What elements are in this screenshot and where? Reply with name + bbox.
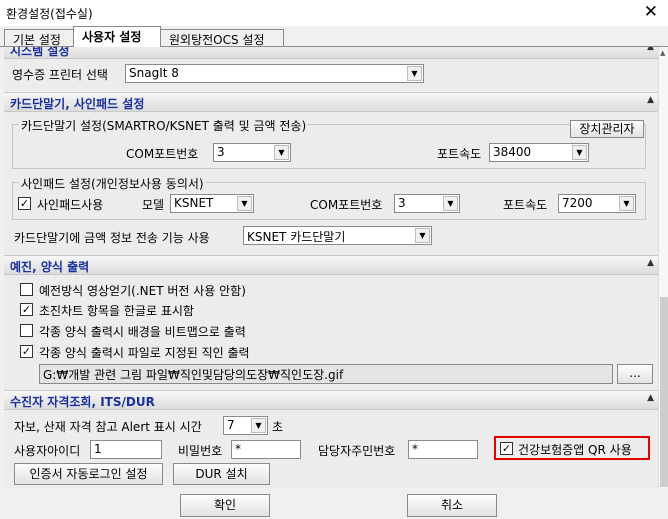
tab-user-settings[interactable]: 사용자 설정: [73, 26, 161, 47]
option-label: 각종 양식 출력시 파일로 지정된 직인 출력: [39, 346, 250, 360]
chevron-down-icon[interactable]: ▼: [572, 145, 587, 160]
com-port-label: COM포트번호: [126, 147, 199, 161]
signpad-model-select[interactable]: KSNET ▼: [170, 194, 254, 213]
section-body-card: 카드단말기 설정(SMARTRO/KSNET 출력 및 금액 전송) 장치관리자…: [4, 112, 658, 255]
user-id-input[interactable]: 1: [90, 440, 162, 459]
section-title: 시스템 설정: [10, 47, 70, 58]
signpad-baud-select[interactable]: 7200 ▼: [558, 194, 636, 213]
seal-path-value: G:₩개발 관련 그림 파일₩직인및담당의도장₩직인도장.gif: [43, 368, 344, 382]
collapse-icon[interactable]: ▲: [647, 95, 654, 105]
qr-label: 건강보험증앱 QR 사용: [518, 443, 632, 457]
settings-panel[interactable]: 시스템 설정 ▲ 영수증 프린터 선택 SnagIt 8 ▼ 카드단말기, 사인…: [4, 47, 658, 488]
section-header-qualification[interactable]: 수진자 자격조회, ITS/DUR ▲: [4, 390, 658, 410]
qr-checkbox[interactable]: ✓: [500, 442, 513, 455]
vertical-scrollbar[interactable]: ▲: [658, 47, 668, 488]
chevron-down-icon[interactable]: ▼: [407, 66, 422, 81]
close-icon[interactable]: ✕: [644, 2, 658, 22]
scroll-up-icon[interactable]: ▲: [660, 49, 665, 57]
baud-label: 포트속도: [437, 147, 482, 161]
section-title: 카드단말기, 사인패드 설정: [10, 97, 145, 111]
option-label: 각종 양식 출력시 배경을 비트맵으로 출력: [39, 325, 246, 339]
browse-button[interactable]: ...: [617, 364, 653, 384]
section-header-card[interactable]: 카드단말기, 사인패드 설정 ▲: [4, 92, 658, 112]
user-id-label: 사용자아이디: [14, 444, 81, 458]
alert-time-select[interactable]: 7 ▼: [223, 416, 268, 435]
cancel-button[interactable]: 취소: [407, 494, 497, 517]
group-title: 사인패드 설정(개인정보사용 동의서): [19, 175, 206, 192]
signpad-use-checkbox[interactable]: ✓: [18, 197, 31, 210]
tab-ocs-settings[interactable]: 원외탕전OCS 설정: [160, 29, 284, 47]
password-input[interactable]: *: [231, 440, 301, 459]
cert-autologin-button[interactable]: 인증서 자동로그인 설정: [14, 463, 163, 485]
card-terminal-group: 카드단말기 설정(SMARTRO/KSNET 출력 및 금액 전송) 장치관리자…: [12, 117, 646, 169]
com-port-value: 3: [217, 145, 225, 159]
tab-strip: 기본 설정 사용자 설정 원외탕전OCS 설정: [0, 26, 668, 47]
signpad-com-select[interactable]: 3 ▼: [394, 194, 460, 213]
chevron-down-icon[interactable]: ▼: [274, 145, 289, 160]
signpad-baud-label: 포트속도: [503, 198, 548, 212]
password-value: *: [235, 442, 241, 456]
manager-rrn-value: *: [412, 442, 418, 456]
signpad-baud-value: 7200: [562, 196, 593, 210]
collapse-icon[interactable]: ▲: [647, 47, 654, 52]
receipt-printer-value: SnagIt 8: [129, 66, 179, 80]
option-label: 예전방식 영상얻기(.NET 버전 사용 안함): [39, 284, 246, 298]
model-label: 모델: [142, 198, 165, 212]
chevron-down-icon[interactable]: ▼: [443, 196, 458, 211]
ok-button[interactable]: 확인: [180, 494, 270, 517]
chevron-down-icon[interactable]: ▼: [251, 418, 266, 433]
chevron-down-icon[interactable]: ▼: [237, 196, 252, 211]
chevron-down-icon[interactable]: ▼: [415, 228, 430, 243]
receipt-printer-label: 영수증 프린터 선택: [12, 68, 108, 82]
amount-transfer-value: KSNET 카드단말기: [247, 230, 346, 244]
collapse-icon[interactable]: ▲: [647, 393, 654, 403]
signpad-com-value: 3: [398, 196, 406, 210]
com-port-select[interactable]: 3 ▼: [213, 143, 291, 162]
section-title: 수진자 자격조회, ITS/DUR: [10, 395, 155, 409]
device-manager-button[interactable]: 장치관리자: [570, 120, 644, 138]
tab-basic-settings[interactable]: 기본 설정: [4, 29, 74, 47]
baud-select[interactable]: 38400 ▼: [489, 143, 589, 162]
dur-install-button[interactable]: DUR 설치: [173, 463, 270, 485]
window-title: 환경설정(접수실): [6, 7, 93, 21]
title-bar: 환경설정(접수실) ✕: [0, 0, 668, 26]
baud-value: 38400: [493, 145, 532, 159]
option-label: 초진차트 항목을 한글로 표시함: [39, 304, 194, 318]
chevron-down-icon[interactable]: ▼: [619, 196, 634, 211]
alert-time-unit: 초: [272, 420, 284, 434]
signpad-use-label: 사인패드사용: [37, 198, 104, 212]
alert-time-value: 7: [227, 418, 235, 432]
section-body-print: 예전방식 영상얻기(.NET 버전 사용 안함) ✓ 초진차트 항목을 한글로 …: [4, 275, 658, 387]
signpad-com-label: COM포트번호: [310, 198, 383, 212]
option-checkbox[interactable]: [20, 324, 33, 337]
alert-time-label: 자보, 산재 자격 참고 Alert 표시 시간: [14, 420, 202, 434]
user-id-value: 1: [94, 442, 102, 456]
scrollbar-thumb[interactable]: [660, 297, 668, 487]
option-checkbox[interactable]: ✓: [20, 345, 33, 358]
option-checkbox[interactable]: ✓: [20, 303, 33, 316]
section-body-qualification: 자보, 산재 자격 참고 Alert 표시 시간 7 ▼ 초 사용자아이디 1 …: [4, 410, 658, 488]
amount-transfer-label: 카드단말기에 금액 정보 전송 기능 사용: [14, 231, 210, 245]
collapse-icon[interactable]: ▲: [647, 258, 654, 268]
group-title: 카드단말기 설정(SMARTRO/KSNET 출력 및 금액 전송): [19, 117, 309, 134]
section-title: 예진, 양식 출력: [10, 260, 90, 274]
section-header-system[interactable]: 시스템 설정 ▲: [4, 47, 658, 59]
signpad-model-value: KSNET: [174, 196, 214, 210]
amount-transfer-select[interactable]: KSNET 카드단말기 ▼: [243, 226, 432, 245]
seal-path-field[interactable]: G:₩개발 관련 그림 파일₩직인및담당의도장₩직인도장.gif: [39, 364, 613, 384]
signpad-group: 사인패드 설정(개인정보사용 동의서) ✓ 사인패드사용 모델 KSNET ▼ …: [12, 175, 646, 220]
password-label: 비밀번호: [178, 444, 223, 458]
manager-rrn-label: 담당자주민번호: [318, 444, 396, 458]
receipt-printer-select[interactable]: SnagIt 8 ▼: [125, 64, 424, 83]
section-header-print[interactable]: 예진, 양식 출력 ▲: [4, 255, 658, 275]
option-checkbox[interactable]: [20, 283, 33, 296]
manager-rrn-input[interactable]: *: [408, 440, 478, 459]
section-body-system: 영수증 프린터 선택 SnagIt 8 ▼: [4, 59, 658, 92]
